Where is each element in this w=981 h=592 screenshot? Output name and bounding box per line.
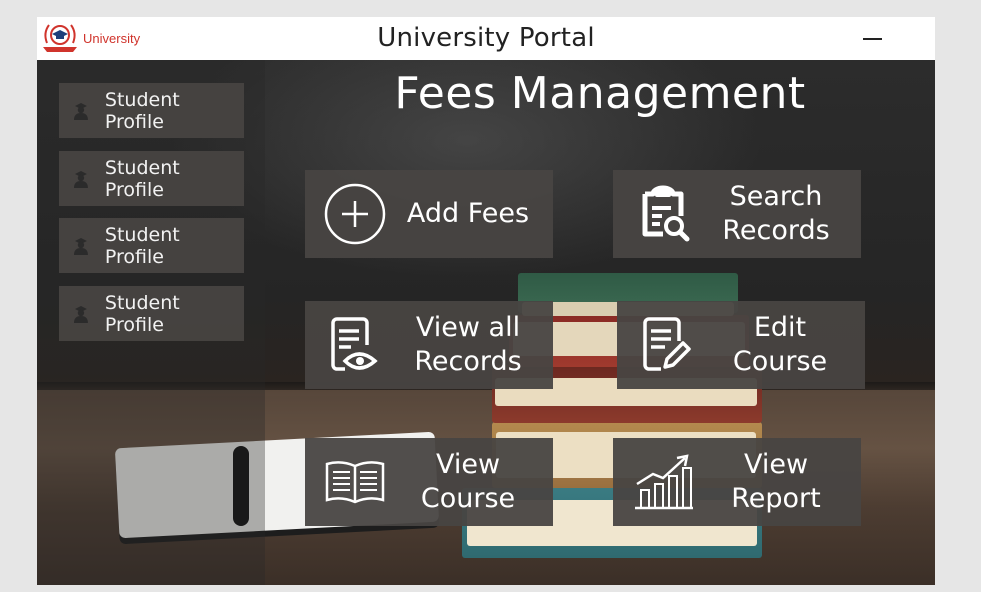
page-title: Fees Management [394,68,806,119]
sidebar-item-student-profile[interactable]: Student Profile [59,151,244,206]
view-report-button[interactable]: View Report [613,438,861,526]
document-eye-icon [331,317,378,371]
document-edit-icon [643,317,691,371]
tile-label: Edit Course [732,312,828,377]
tile-label: View Report [731,449,821,514]
tile-label: View Course [420,449,516,514]
sidebar-item-label: Student Profile [104,88,180,133]
bar-chart-growth-icon [635,454,693,510]
clipboard-search-icon [642,185,690,242]
add-fees-button[interactable]: Add Fees [305,170,553,258]
sidebar-item-student-profile[interactable]: Student Profile [59,83,244,138]
search-records-button[interactable]: Search Records [613,170,861,258]
sidebar-item-label: Student Profile [104,291,180,336]
sidebar-item-label: Student Profile [104,156,180,201]
sidebar-item-student-profile[interactable]: Student Profile [59,218,244,273]
app-window: University University Portal Student Pro… [37,17,935,585]
student-icon [73,170,88,188]
plus-circle-icon [324,183,386,245]
title-bar: University University Portal [37,17,935,60]
student-icon [73,237,88,255]
student-icon [73,305,88,323]
main-content: Student Profile Student Profile Student … [37,60,935,585]
sidebar-item-label: Student Profile [104,223,180,268]
tile-label: View all Records [414,312,522,377]
view-all-records-button[interactable]: View all Records [305,301,553,389]
open-book-icon [325,461,385,504]
minimize-button[interactable] [857,25,887,51]
app-title: University Portal [377,23,595,53]
tile-label: Add Fees [406,198,530,229]
sidebar-item-student-profile[interactable]: Student Profile [59,286,244,341]
tile-label: Search Records [722,181,830,246]
edit-course-button[interactable]: Edit Course [617,301,865,389]
view-course-button[interactable]: View Course [305,438,553,526]
student-icon [73,102,88,120]
